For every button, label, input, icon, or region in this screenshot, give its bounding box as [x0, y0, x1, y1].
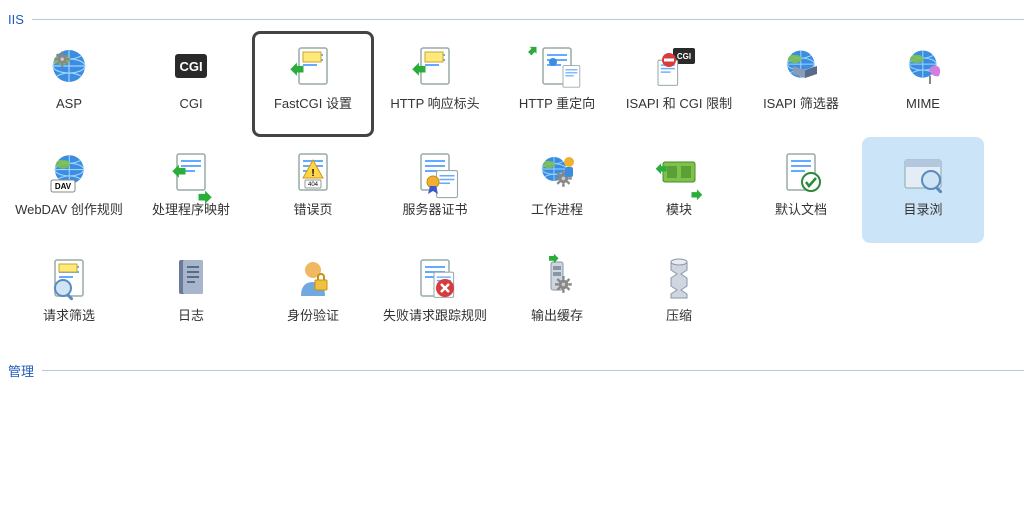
feature-default-doc[interactable]: 默认文档: [740, 137, 862, 243]
group-header-IIS: IIS: [8, 12, 1024, 27]
icon-label: 输出缓存: [531, 308, 583, 342]
redirect-icon: [533, 42, 581, 90]
icon-label: 请求筛选: [43, 308, 95, 342]
filters-icon: [777, 42, 825, 90]
cache-icon: [533, 254, 581, 302]
error-icon: ! 404: [289, 148, 337, 196]
svg-text:CGI: CGI: [677, 52, 691, 61]
feature-failed-request[interactable]: 失败请求跟踪规则: [374, 243, 496, 349]
feature-cgi[interactable]: CGI CGI: [130, 31, 252, 137]
feature-webdav[interactable]: DAV WebDAV 创作规则: [8, 137, 130, 243]
icon-label: WebDAV 创作规则: [15, 202, 123, 236]
icon-label: 服务器证书: [402, 202, 467, 236]
svg-text:CGI: CGI: [179, 59, 202, 74]
asp-icon: [45, 42, 93, 90]
icon-label: ISAPI 筛选器: [763, 96, 839, 130]
feature-worker-process[interactable]: 工作进程: [496, 137, 618, 243]
icon-label: CGI: [179, 96, 202, 130]
cgi-icon: CGI: [167, 42, 215, 90]
icon-label: 处理程序映射: [152, 202, 230, 236]
svg-text:DAV: DAV: [55, 182, 72, 191]
feature-compression[interactable]: 压缩: [618, 243, 740, 349]
feature-auth[interactable]: 身份验证: [252, 243, 374, 349]
feature-request-filter[interactable]: 请求筛选: [8, 243, 130, 349]
failed-icon: [411, 254, 459, 302]
feature-server-cert[interactable]: 服务器证书: [374, 137, 496, 243]
icon-label: 模块: [666, 202, 692, 236]
reqfilter-icon: [45, 254, 93, 302]
icon-label: MIME: [906, 96, 940, 130]
log-icon: [167, 254, 215, 302]
worker-icon: [533, 148, 581, 196]
icon-label: 身份验证: [287, 308, 339, 342]
defdoc-icon: [777, 148, 825, 196]
feature-asp[interactable]: ASP: [8, 31, 130, 137]
feature-logging[interactable]: 日志: [130, 243, 252, 349]
dirbrowse-icon: [899, 148, 947, 196]
svg-text:404: 404: [308, 182, 319, 188]
group-title: IIS: [8, 12, 24, 27]
group-header-管理: 管理: [8, 361, 1024, 380]
icon-label: FastCGI 设置: [274, 96, 352, 130]
svg-text:!: !: [311, 168, 314, 179]
mime-icon: [899, 42, 947, 90]
feature-http-redirect[interactable]: HTTP 重定向: [496, 31, 618, 137]
icon-label: 工作进程: [531, 202, 583, 236]
webdav-icon: DAV: [45, 148, 93, 196]
icon-label: ISAPI 和 CGI 限制: [626, 96, 732, 130]
divider: [42, 370, 1024, 371]
icon-label: 错误页: [293, 202, 332, 236]
handler-icon: [167, 148, 215, 196]
fastcgi-icon: [289, 42, 337, 90]
feature-mime[interactable]: MIME: [862, 31, 984, 137]
icon-grid: ASP CGI CGI FastCGI 设置 HTTP 响应标头 HTTP 重定向 CGI I…: [0, 31, 1024, 349]
group-title: 管理: [8, 361, 34, 380]
divider: [32, 19, 1024, 20]
icon-label: ASP: [56, 96, 82, 130]
icon-label: 压缩: [666, 308, 692, 342]
feature-handler-mapping[interactable]: 处理程序映射: [130, 137, 252, 243]
feature-dir-browse[interactable]: 目录浏: [862, 137, 984, 243]
feature-output-cache[interactable]: 输出缓存: [496, 243, 618, 349]
icon-label: HTTP 响应标头: [390, 96, 479, 130]
modules-icon: [655, 148, 703, 196]
feature-error-pages[interactable]: ! 404 错误页: [252, 137, 374, 243]
feature-fastcgi[interactable]: FastCGI 设置: [252, 31, 374, 137]
icon-label: 目录浏: [903, 202, 942, 236]
icon-label: HTTP 重定向: [519, 96, 595, 130]
icon-label: 失败请求跟踪规则: [383, 308, 487, 342]
feature-isapi-filters[interactable]: ISAPI 筛选器: [740, 31, 862, 137]
isapicgi-icon: CGI: [655, 42, 703, 90]
compress-icon: [655, 254, 703, 302]
icon-label: 默认文档: [775, 202, 827, 236]
auth-icon: [289, 254, 337, 302]
icon-label: 日志: [178, 308, 204, 342]
feature-modules[interactable]: 模块: [618, 137, 740, 243]
cert-icon: [411, 148, 459, 196]
feature-isapi-cgi-restrict[interactable]: CGI ISAPI 和 CGI 限制: [618, 31, 740, 137]
feature-http-response[interactable]: HTTP 响应标头: [374, 31, 496, 137]
httpresp-icon: [411, 42, 459, 90]
